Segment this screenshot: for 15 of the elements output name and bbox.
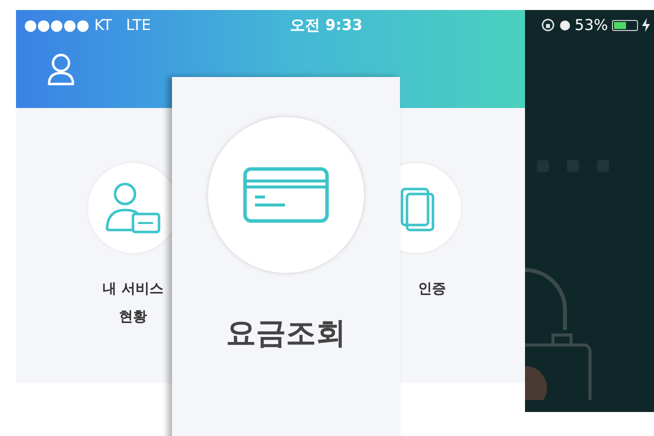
network-label: LTE — [126, 16, 151, 34]
battery-icon — [612, 20, 638, 30]
menu-label: 인증 — [418, 280, 446, 299]
profile-icon[interactable] — [46, 52, 76, 86]
rotation-lock-icon — [540, 18, 555, 32]
carrier-label: ●●●●● KT — [24, 16, 112, 34]
card-icon — [243, 167, 329, 223]
popup-card[interactable]: 요금조회 — [172, 77, 400, 436]
clock-label: 오전 9:33 — [290, 16, 363, 34]
person-card-icon — [103, 180, 163, 236]
popup-title: 요금조회 — [226, 315, 346, 353]
alarm-icon — [558, 19, 571, 31]
battery-percent: 53% — [574, 16, 608, 34]
menu-label: 현황 — [119, 308, 147, 327]
menu-label: 내 서비스 — [102, 280, 164, 299]
